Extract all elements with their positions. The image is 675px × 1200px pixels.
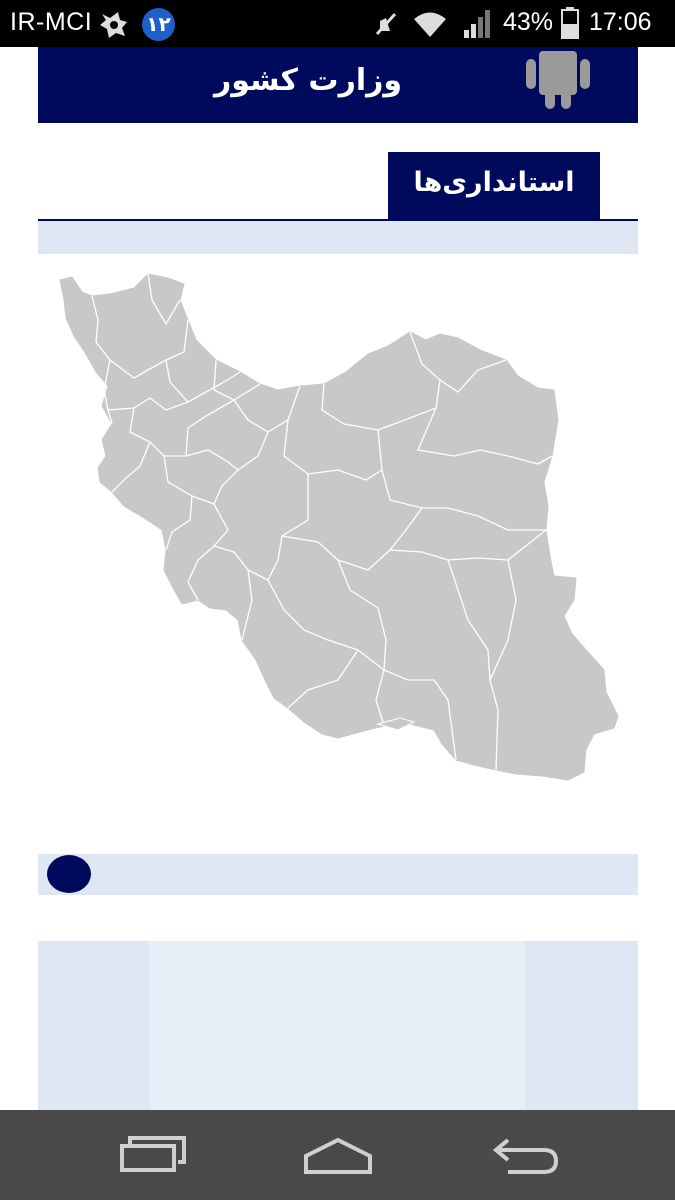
battery-percentage: 43% — [503, 8, 554, 36]
header-banner: وزارت کشور — [38, 47, 638, 123]
mute-icon — [372, 10, 400, 38]
wifi-icon — [412, 10, 448, 38]
notification-count-badge: ۱۲ — [142, 8, 175, 41]
cell-signal-icon — [461, 8, 493, 40]
back-icon[interactable] — [486, 1132, 566, 1180]
navigation-bar — [0, 1110, 675, 1200]
android-robot-icon — [520, 47, 596, 109]
home-icon[interactable] — [298, 1132, 378, 1180]
content-panel — [38, 941, 638, 1111]
pager-strip — [38, 854, 638, 895]
battery-icon — [561, 7, 579, 39]
iran-provinces-map[interactable] — [38, 260, 638, 800]
clock: 17:06 — [589, 8, 652, 36]
tab-governorates[interactable]: استانداری‌ها — [388, 152, 600, 219]
content-panel-center — [150, 941, 525, 1111]
iran-outline — [59, 273, 619, 781]
notification-app-icon — [98, 8, 130, 40]
pager-indicator-dot[interactable] — [47, 855, 91, 893]
recents-icon[interactable] — [112, 1132, 192, 1180]
section-strip — [38, 221, 638, 254]
ministry-title: وزارت کشور — [213, 63, 403, 98]
status-bar: IR-MCI ۱۲ 43% 17:06 — [0, 0, 675, 47]
carrier-name: IR-MCI — [10, 8, 93, 36]
